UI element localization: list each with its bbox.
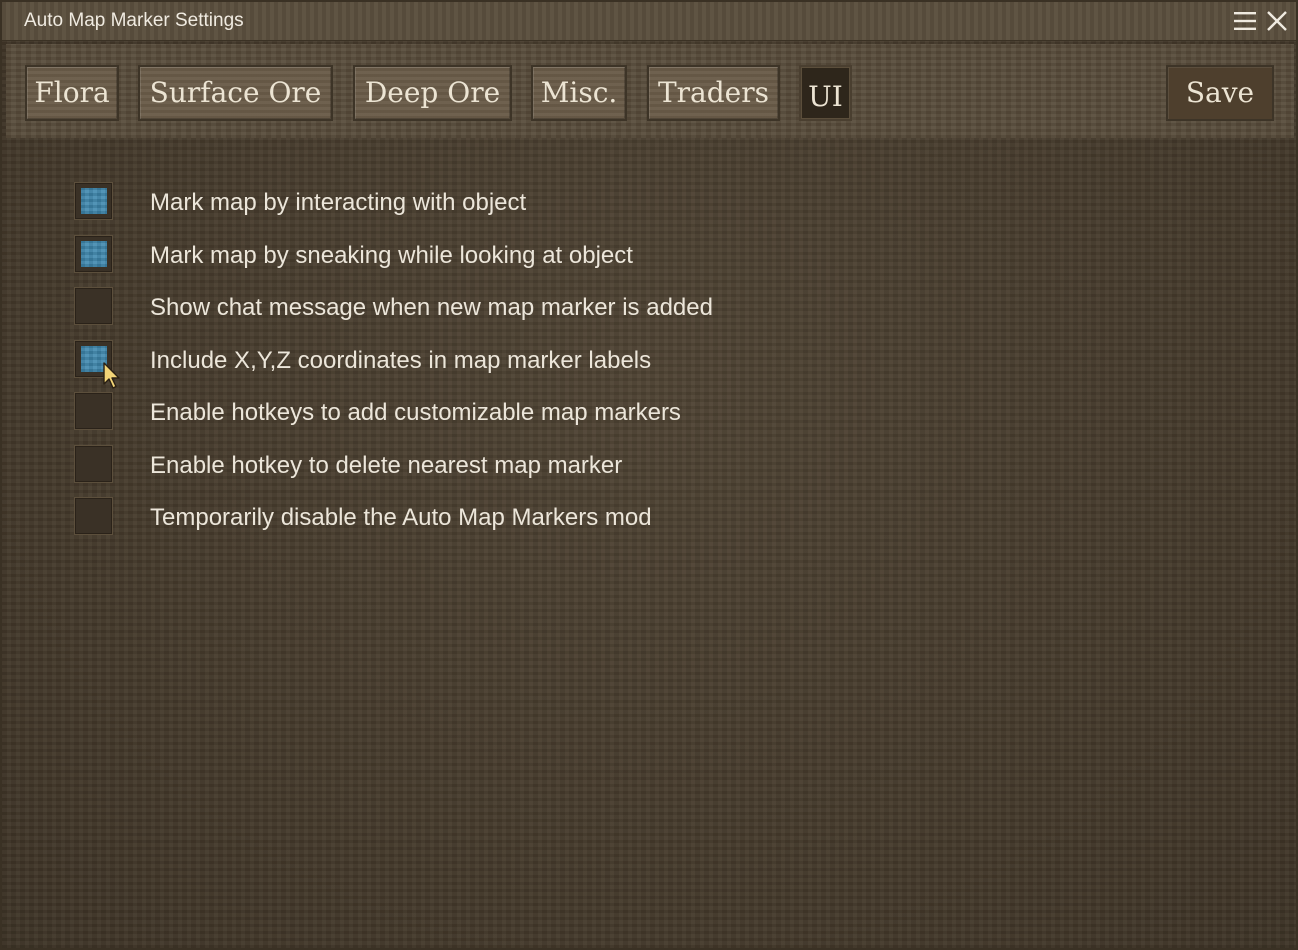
checkbox-mark-by-interacting[interactable] <box>74 182 113 220</box>
close-icon[interactable] <box>1266 10 1288 32</box>
checkbox-enable-add-hotkeys[interactable] <box>74 392 113 430</box>
option-label: Include X,Y,Z coordinates in map marker … <box>150 347 652 374</box>
option-label: Show chat message when new map marker is… <box>150 294 713 321</box>
hamburger-menu-icon[interactable] <box>1234 11 1256 31</box>
window-title: Auto Map Marker Settings <box>24 10 244 31</box>
option-mark-by-interacting: Mark map by interacting with object <box>74 182 834 222</box>
save-button[interactable]: Save <box>1166 65 1274 121</box>
checkbox-fill <box>81 188 107 214</box>
tab-surface-ore[interactable]: Surface Ore <box>138 65 333 121</box>
tab-bar: Flora Surface Ore Deep Ore Misc. Traders… <box>6 44 1294 138</box>
checkbox-mark-by-sneaking[interactable] <box>74 235 113 273</box>
option-mark-by-sneaking: Mark map by sneaking while looking at ob… <box>74 235 834 275</box>
option-enable-add-hotkeys: Enable hotkeys to add customizable map m… <box>74 392 834 432</box>
settings-window: Auto Map Marker Settings Flora Surface O… <box>0 0 1298 950</box>
option-label: Enable hotkeys to add customizable map m… <box>150 399 681 426</box>
tab-flora[interactable]: Flora <box>25 65 119 121</box>
mouse-pointer-icon <box>103 362 120 389</box>
tab-ui[interactable]: UI <box>799 65 852 121</box>
option-disable-mod: Temporarily disable the Auto Map Markers… <box>74 497 834 537</box>
option-label: Mark map by sneaking while looking at ob… <box>150 242 633 269</box>
checkbox-fill <box>81 241 107 267</box>
option-label: Mark map by interacting with object <box>150 189 527 216</box>
option-show-chat-message: Show chat message when new map marker is… <box>74 287 834 327</box>
option-include-coordinates: Include X,Y,Z coordinates in map marker … <box>74 340 834 380</box>
option-label: Enable hotkey to delete nearest map mark… <box>150 452 623 479</box>
checkbox-show-chat-message[interactable] <box>74 287 113 325</box>
checkbox-enable-delete-hotkey[interactable] <box>74 445 113 483</box>
tab-deep-ore[interactable]: Deep Ore <box>353 65 512 121</box>
tab-misc[interactable]: Misc. <box>531 65 627 121</box>
title-bar: Auto Map Marker Settings <box>2 2 1296 41</box>
tab-traders[interactable]: Traders <box>647 65 780 121</box>
option-enable-delete-hotkey: Enable hotkey to delete nearest map mark… <box>74 445 834 485</box>
option-label: Temporarily disable the Auto Map Markers… <box>150 504 652 531</box>
checkbox-disable-mod[interactable] <box>74 497 113 535</box>
